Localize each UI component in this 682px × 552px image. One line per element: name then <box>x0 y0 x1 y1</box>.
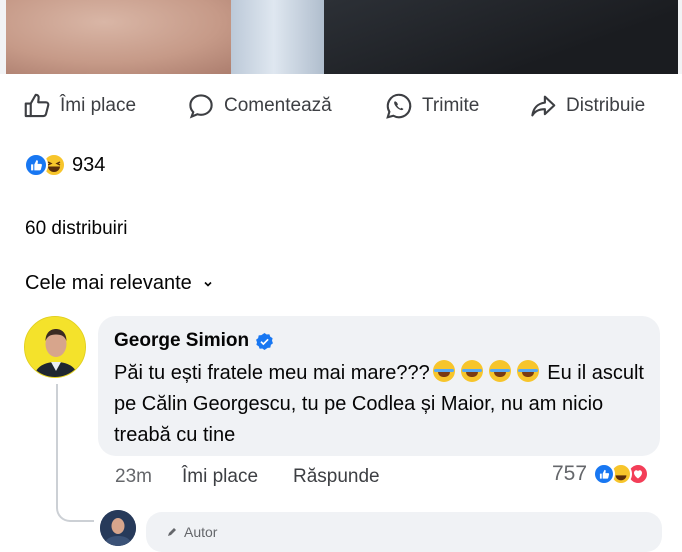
share-arrow-icon <box>531 95 556 117</box>
comment-label: Comentează <box>224 95 332 116</box>
share-button[interactable]: Distribuie <box>528 86 645 126</box>
author-tag: Autor <box>166 524 217 540</box>
reply-thread-line <box>56 384 94 522</box>
comment-button[interactable]: Comentează <box>186 86 332 126</box>
tears-of-joy-icon <box>460 360 483 382</box>
sort-label: Cele mai relevante <box>25 272 192 294</box>
comment-like-button[interactable]: Îmi place <box>182 466 258 488</box>
author-tag-label: Autor <box>184 524 218 540</box>
comment-time[interactable]: 23m <box>115 466 152 488</box>
comment-reaction-count: 757 <box>552 462 588 485</box>
tears-of-joy-icon <box>516 360 539 382</box>
photo-shirt-cuff <box>231 0 326 74</box>
like-reaction-icon <box>24 153 48 177</box>
thumbs-up-icon <box>24 93 50 118</box>
like-reaction-icon <box>593 463 616 485</box>
post-action-bar: Îmi place Comentează Trimite Distribuie <box>0 86 682 126</box>
verified-badge-icon <box>256 332 274 350</box>
comment-author[interactable]: George Simion <box>114 330 274 352</box>
comment-reply-button[interactable]: Răspunde <box>293 466 380 488</box>
tears-of-joy-icon <box>488 360 511 382</box>
author-name: George Simion <box>114 330 250 351</box>
comment-text-part1: Păi tu ești fratele meu mai mare??? <box>114 362 430 384</box>
comment-reactions[interactable]: 757 <box>552 462 650 486</box>
whatsapp-icon <box>386 93 412 119</box>
send-label: Trimite <box>422 95 480 116</box>
commenter-avatar[interactable] <box>24 316 86 378</box>
reaction-count: 934 <box>72 153 106 176</box>
comment-sort-dropdown[interactable]: Cele mai relevante <box>25 272 214 295</box>
reactions-summary[interactable]: 934 <box>24 153 105 177</box>
comment-text: Păi tu ești fratele meu mai mare??? Eu i… <box>114 358 646 451</box>
like-button[interactable]: Îmi place <box>22 86 136 126</box>
like-label: Îmi place <box>60 95 137 116</box>
reply-avatar[interactable] <box>100 510 136 546</box>
comment-bubble: George Simion Păi tu ești fratele meu ma… <box>98 316 660 456</box>
shares-count[interactable]: 60 distribuiri <box>25 218 127 240</box>
send-button[interactable]: Trimite <box>384 86 479 126</box>
tears-of-joy-icon <box>432 360 455 382</box>
photo-content <box>6 0 678 74</box>
chevron-down-icon <box>204 281 212 287</box>
share-label: Distribuie <box>566 95 646 116</box>
photo-suit <box>324 0 678 74</box>
pen-icon <box>168 528 176 536</box>
comment-bubble-icon <box>189 94 213 119</box>
post-photo[interactable] <box>0 0 682 74</box>
photo-hand <box>6 0 251 74</box>
reply-bubble: Autor <box>146 512 662 552</box>
